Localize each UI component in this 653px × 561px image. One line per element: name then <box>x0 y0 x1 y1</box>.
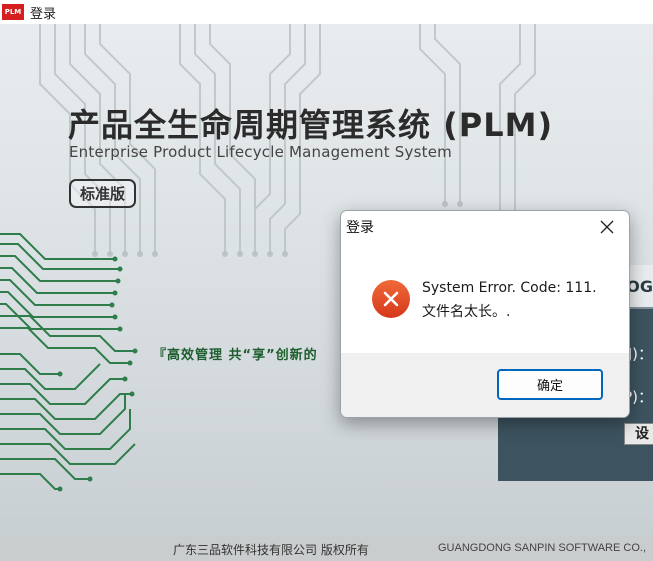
ok-button[interactable]: 确定 <box>497 369 603 400</box>
app-logo-icon: PLM <box>2 4 24 20</box>
error-icon <box>372 280 410 318</box>
dialog-titlebar[interactable]: 登录 <box>341 211 629 243</box>
error-message-line1: System Error. Code: 111. <box>422 280 597 296</box>
window-titlebar[interactable]: PLM 登录 <box>0 0 653 24</box>
edition-badge: 标准版 <box>69 179 137 208</box>
settings-button[interactable]: 设 <box>624 423 653 445</box>
footer-company-cn: 广东三品软件科技有限公司 版权所有 <box>173 543 369 557</box>
footer-company-en: GUANGDONG SANPIN SOFTWARE CO., <box>438 542 646 554</box>
error-message-line2: 文件名太长。. <box>422 304 511 320</box>
username-label: J)： <box>627 345 653 363</box>
product-title: 产品全生命周期管理系统 (PLM) <box>68 106 554 144</box>
footer-bar: 广东三品软件科技有限公司 版权所有 GUANGDONG SANPIN SOFTW… <box>0 536 653 561</box>
login-header-text: OG <box>626 277 653 296</box>
close-icon <box>600 220 614 234</box>
dialog-body: System Error. Code: 111. 文件名太长。. <box>341 243 629 353</box>
error-dialog: 登录 System Error. Code: 111. 文件名太长。. 确定 <box>340 210 630 418</box>
close-button[interactable] <box>585 211 629 243</box>
slogan-text: 『高效管理 共“享”创新的 <box>153 348 318 363</box>
window-title: 登录 <box>30 6 57 22</box>
product-subtitle: Enterprise Product Lifecycle Management … <box>69 143 452 161</box>
dialog-title: 登录 <box>346 220 374 236</box>
dialog-footer: 确定 <box>341 353 629 417</box>
